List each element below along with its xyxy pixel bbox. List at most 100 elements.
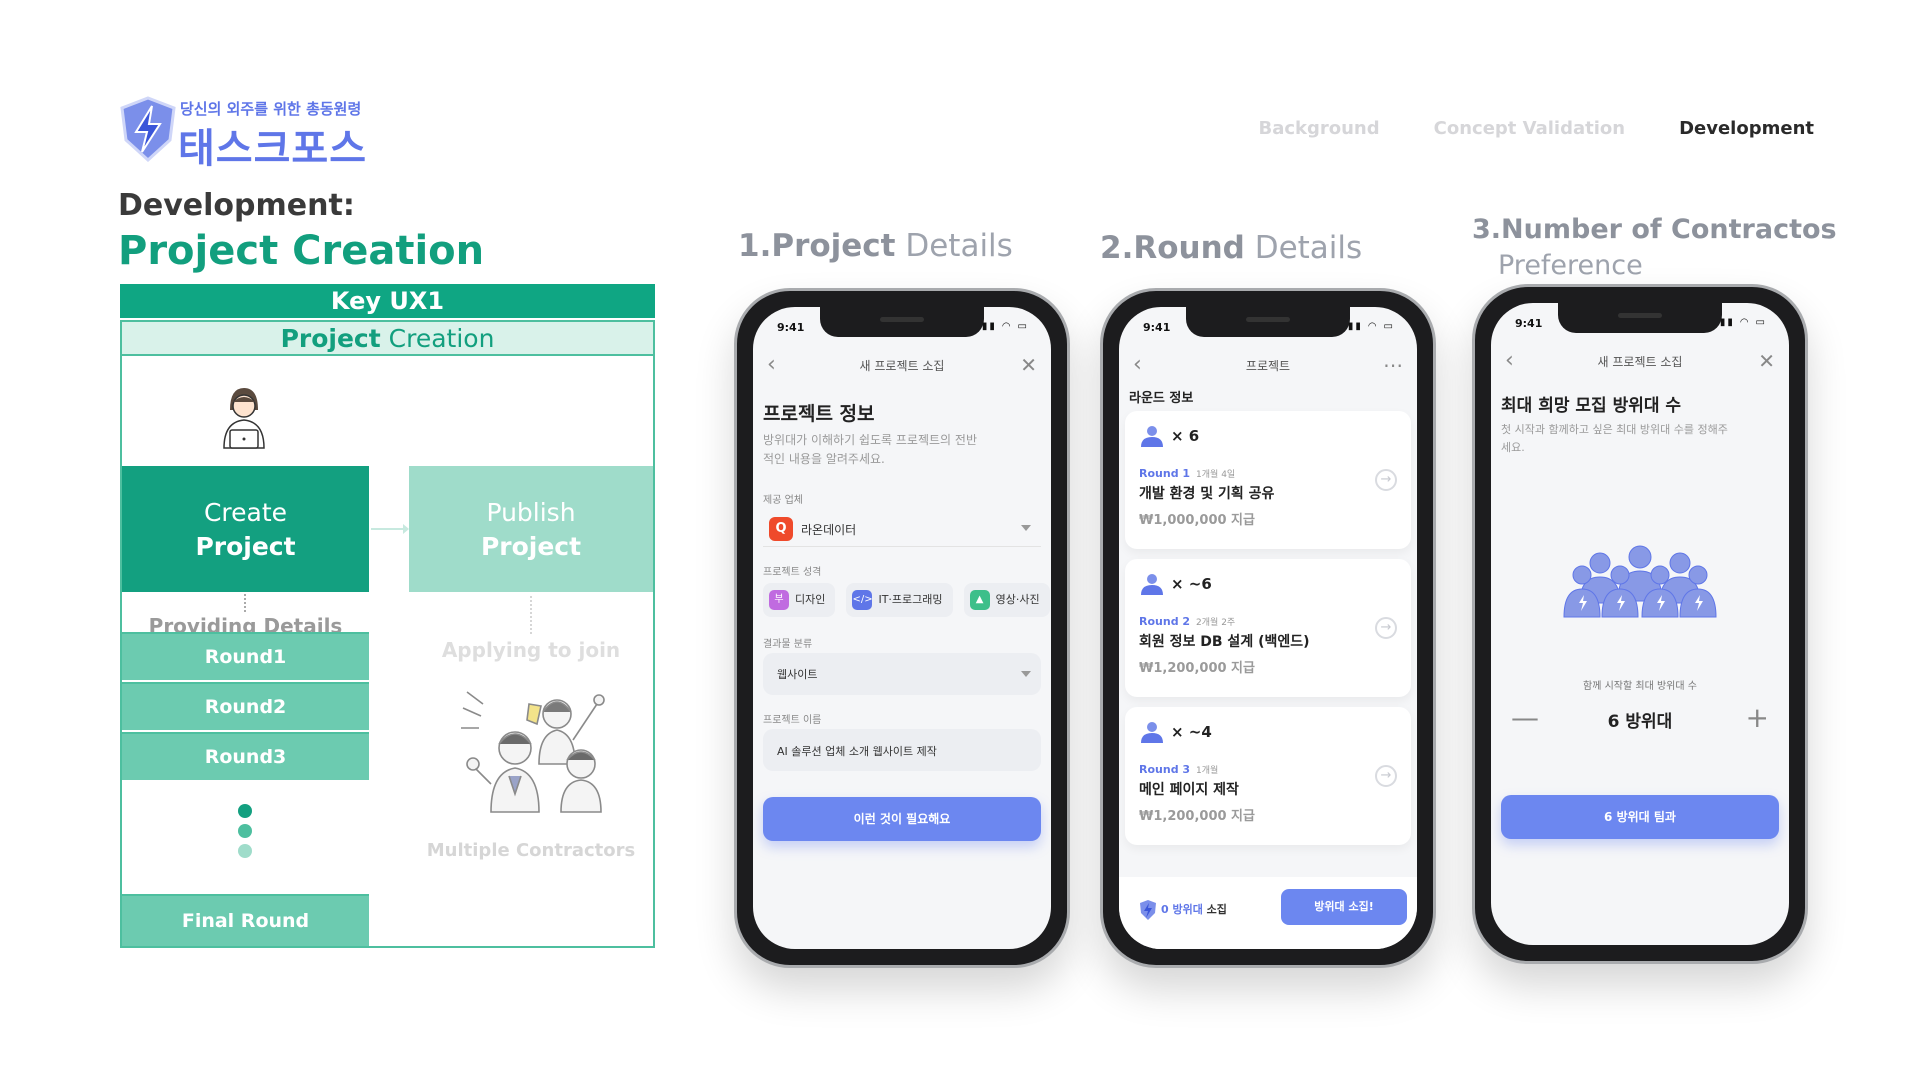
round-card[interactable]: × ~4 Round 3 1개월 메인 페이지 제작 ₩1,200,000 지급 …: [1125, 707, 1411, 845]
chip-video-photo[interactable]: ▲ 영상·사진: [963, 583, 1050, 617]
preference-title: 최대 희망 모집 방위대 수: [1501, 396, 1682, 416]
screen-1-heading-rest: Details: [895, 228, 1013, 264]
round-card[interactable]: × ~6 Round 2 2개월 2주 회원 정보 DB 설계 (백엔드) ₩1,…: [1125, 559, 1411, 697]
company-name: 라온데이터: [801, 523, 857, 537]
team-group-illustration: [1563, 545, 1717, 618]
status-bar: 9:41 ▮▮ ◠ ▭: [1515, 317, 1767, 331]
phone-1-topbar: ‹ 새 프로젝트 소집 ✕: [753, 351, 1051, 381]
stepper-value: 6 방위대: [1607, 712, 1673, 732]
round-card[interactable]: × 6 Round 1 1개월 4일 개발 환경 및 기획 공유 ₩1,000,0…: [1125, 411, 1411, 549]
brand-name: 태스크포스: [178, 126, 367, 172]
chip-it-programming[interactable]: </> IT·프로그래밍: [846, 583, 953, 617]
round-label: Round 1 1개월 4일: [1139, 467, 1235, 480]
arrow-right-icon[interactable]: →: [1375, 765, 1397, 787]
person-icon: [1141, 574, 1163, 595]
preference-description: 첫 시작과 함께하고 싶은 최대 방위대 수를 정해주세요.: [1501, 423, 1728, 454]
plus-icon[interactable]: +: [1746, 703, 1769, 733]
status-time: 9:41: [777, 321, 805, 334]
flow-header: Project Creation: [122, 322, 653, 356]
recruit-count: 0 방위대 소집: [1139, 899, 1227, 921]
create-project-step: Create Project: [122, 466, 369, 592]
phone-3-screen: 9:41 ▮▮ ◠ ▭ ‹ 새 프로젝트 소집 ✕ 최대 희망 모집 방위대 수…: [1491, 303, 1789, 945]
status-time: 9:41: [1515, 317, 1543, 330]
company-select[interactable]: Q 라온데이터: [763, 511, 1041, 547]
back-arrow-icon[interactable]: ‹: [1133, 351, 1142, 379]
signal-wifi-battery-icon: ▮▮ ◠ ▭: [1719, 317, 1767, 328]
chevron-down-icon: [1021, 525, 1031, 531]
round-name: 메인 페이지 제작: [1139, 782, 1239, 798]
chevron-down-icon: [1021, 671, 1031, 677]
round-section-title: 라운드 정보: [1129, 391, 1194, 406]
round-contractor-count: × ~4: [1171, 723, 1212, 741]
lightning-shield-icon: [120, 96, 176, 162]
round-1-step: Round1: [122, 632, 369, 680]
lightning-shield-icon: [1140, 900, 1156, 920]
status-time: 9:41: [1143, 321, 1171, 334]
result-type-label: 결과물 분류: [763, 639, 813, 650]
cheering-contractors-illustration: [461, 691, 605, 813]
chip-label: IT·프로그래밍: [878, 593, 943, 606]
round-number: Round 2: [1139, 615, 1191, 628]
status-bar: 9:41 ▮▮ ◠ ▭: [1143, 321, 1395, 335]
round-number: Round 3: [1139, 763, 1191, 776]
phone-3-topbar: ‹ 새 프로젝트 소집 ✕: [1491, 347, 1789, 377]
form-title: 프로젝트 정보: [763, 403, 875, 425]
more-icon[interactable]: ⋯: [1383, 351, 1403, 379]
final-round-step: Final Round: [122, 894, 369, 946]
back-arrow-icon[interactable]: ‹: [1505, 347, 1514, 375]
result-type-select[interactable]: 웹사이트: [763, 653, 1041, 695]
round-price: ₩1,200,000 지급: [1139, 661, 1255, 676]
screen-3-heading: 3.Number of Contractos: [1472, 214, 1837, 245]
progress-dot: [238, 844, 252, 858]
screen-3-heading-line1: 3.Number of Contractos: [1472, 214, 1837, 245]
project-name-input[interactable]: AI 솔루션 업체 소개 웹사이트 제작: [763, 729, 1041, 771]
person-laptop-icon: [223, 388, 265, 449]
top-nav: Background Concept Validation Developmen…: [1258, 118, 1814, 139]
round-2-step: Round2: [122, 682, 369, 730]
back-arrow-icon[interactable]: ‹: [767, 351, 776, 379]
round-price: ₩1,200,000 지급: [1139, 809, 1255, 824]
form-description: 방위대가 이해하기 쉽도록 프로젝트의 전반적인 내용을 알려주세요.: [763, 433, 977, 466]
need-this-button[interactable]: 이런 것이 필요해요: [763, 797, 1041, 841]
applying-to-join-label: Applying to join: [441, 638, 621, 662]
progress-dot: [238, 804, 252, 818]
progress-dot: [238, 824, 252, 838]
create-step-label-1: Create: [203, 498, 288, 527]
arrow-right-icon[interactable]: →: [1375, 617, 1397, 639]
company-label: 제공 업체: [763, 495, 803, 506]
nav-development[interactable]: Development: [1679, 118, 1814, 139]
recruit-count-value: 0 방위대: [1161, 903, 1203, 916]
round-label: Round 3 1개월: [1139, 763, 1218, 776]
phone-2-screen: 9:41 ▮▮ ◠ ▭ ‹ 프로젝트 ⋯ 라운드 정보 × 6 Round 1 1…: [1119, 307, 1417, 949]
recruit-button[interactable]: 방위대 소집!: [1281, 889, 1407, 925]
chip-design[interactable]: 부 디자인: [763, 583, 836, 617]
result-type-value: 웹사이트: [777, 668, 818, 681]
close-icon[interactable]: ✕: [1758, 347, 1775, 375]
brand-logo: 당신의 외주를 위한 총동원령 태스크포스: [118, 96, 388, 172]
confirm-contractors-button[interactable]: 6 방위대 팀과: [1501, 795, 1779, 839]
signal-wifi-battery-icon: ▮▮ ◠ ▭: [1347, 321, 1395, 332]
phone-1-topbar-title: 새 프로젝트 소집: [859, 359, 945, 373]
multiple-contractors-label: Multiple Contractors: [426, 840, 636, 861]
nav-background[interactable]: Background: [1258, 118, 1379, 139]
create-step-label-2: Project: [195, 532, 296, 561]
nav-concept-validation[interactable]: Concept Validation: [1434, 118, 1625, 139]
round-price: ₩1,000,000 지급: [1139, 513, 1255, 528]
close-icon[interactable]: ✕: [1020, 351, 1037, 379]
stepper-label: 함께 시작할 최대 방위대 수: [1583, 681, 1697, 692]
ux-flow-diagram: Key UX1 Project Creation Create Project …: [120, 284, 655, 948]
flow-header-rest: Creation: [380, 324, 495, 353]
round-duration: 2개월 2주: [1196, 618, 1236, 628]
status-bar: 9:41 ▮▮ ◠ ▭: [777, 321, 1029, 335]
flow-header-bold: Project: [280, 324, 381, 353]
phone-1-screen: 9:41 ▮▮ ◠ ▭ ‹ 새 프로젝트 소집 ✕ 프로젝트 정보 방위대가 이…: [753, 307, 1051, 949]
phone-project-details: 9:41 ▮▮ ◠ ▭ ‹ 새 프로젝트 소집 ✕ 프로젝트 정보 방위대가 이…: [734, 288, 1070, 968]
arrow-right-icon[interactable]: →: [1375, 469, 1397, 491]
code-icon: </>: [852, 590, 873, 610]
company-logo-icon: Q: [769, 517, 793, 541]
recruit-count-suffix: 소집: [1202, 903, 1227, 916]
publish-step-label-1: Publish: [486, 498, 576, 527]
screen-1-heading-bold: 1.Project: [738, 228, 896, 264]
section-label: Development:: [118, 188, 355, 223]
screen-3-heading-line2: Preference: [1498, 250, 1643, 281]
